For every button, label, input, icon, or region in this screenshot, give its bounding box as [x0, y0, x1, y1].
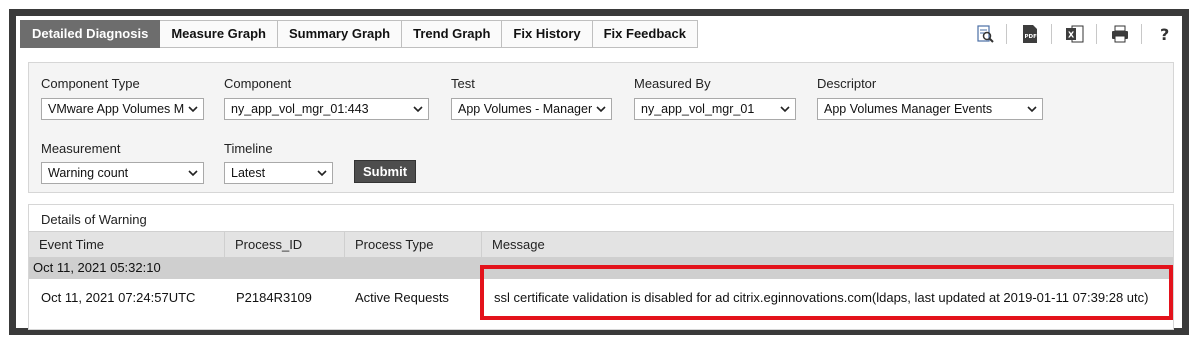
print-icon[interactable]	[1109, 23, 1131, 45]
cell-process-id: P2184R3109	[236, 290, 312, 305]
excel-icon[interactable]: X	[1064, 23, 1086, 45]
component-type-label: Component Type	[41, 76, 140, 91]
timeline-label: Timeline	[224, 141, 273, 156]
svg-text:PDF: PDF	[1025, 34, 1038, 40]
tab-measure-graph[interactable]: Measure Graph	[160, 20, 278, 48]
test-label: Test	[451, 76, 475, 91]
svg-text:?: ?	[1160, 25, 1169, 44]
column-header-process-type[interactable]: Process Type	[345, 232, 482, 258]
chevron-down-icon	[1027, 106, 1037, 113]
chevron-down-icon	[188, 106, 198, 113]
column-header-message[interactable]: Message	[482, 232, 1173, 258]
tab-fix-history[interactable]: Fix History	[502, 20, 593, 48]
filter-panel: Component Type VMware App Volumes M Comp…	[28, 62, 1174, 193]
tab-bar: Detailed Diagnosis Measure Graph Summary…	[20, 20, 698, 50]
content-area: Detailed Diagnosis Measure Graph Summary…	[16, 16, 1182, 330]
chevron-down-icon	[413, 106, 423, 113]
table-header: Event Time Process_ID Process Type Messa…	[29, 231, 1173, 258]
svg-text:X: X	[1068, 31, 1075, 40]
pdf-icon[interactable]: PDF	[1019, 23, 1041, 45]
component-value: ny_app_vol_mgr_01:443	[231, 102, 369, 116]
submit-button[interactable]: Submit	[354, 160, 416, 183]
measured-by-label: Measured By	[634, 76, 711, 91]
measurement-value: Warning count	[48, 166, 129, 180]
descriptor-select[interactable]: App Volumes Manager Events	[817, 98, 1043, 120]
toolbar-separator	[1141, 24, 1142, 44]
details-table: Details of Warning Event Time Process_ID…	[28, 204, 1174, 330]
column-header-process-id[interactable]: Process_ID	[225, 232, 345, 258]
timeline-value: Latest	[231, 166, 266, 180]
tab-summary-graph[interactable]: Summary Graph	[277, 20, 403, 48]
tab-fix-feedback[interactable]: Fix Feedback	[592, 20, 698, 48]
test-value: App Volumes - Manager	[458, 102, 593, 116]
measurement-select[interactable]: Warning count	[41, 162, 204, 184]
chevron-down-icon	[317, 170, 327, 177]
chevron-down-icon	[780, 106, 790, 113]
details-title: Details of Warning	[41, 212, 147, 227]
component-label: Component	[224, 76, 292, 91]
toolbar-separator	[1051, 24, 1052, 44]
group-label: Oct 11, 2021 05:32:10	[33, 260, 161, 275]
component-type-select[interactable]: VMware App Volumes M	[41, 98, 204, 120]
help-icon[interactable]: ?	[1154, 23, 1176, 45]
component-type-value: VMware App Volumes M	[48, 102, 185, 116]
component-select[interactable]: ny_app_vol_mgr_01:443	[224, 98, 429, 120]
measured-by-value: ny_app_vol_mgr_01	[641, 102, 755, 116]
measured-by-select[interactable]: ny_app_vol_mgr_01	[634, 98, 796, 120]
cell-event-time: Oct 11, 2021 07:24:57UTC	[41, 290, 196, 305]
window-frame: Detailed Diagnosis Measure Graph Summary…	[9, 9, 1189, 335]
toolbar-separator	[1006, 24, 1007, 44]
toolbar-separator	[1096, 24, 1097, 44]
measurement-label: Measurement	[41, 141, 121, 156]
tab-trend-graph[interactable]: Trend Graph	[402, 20, 503, 48]
chevron-down-icon	[188, 170, 198, 177]
highlight-box	[480, 265, 1173, 320]
descriptor-label: Descriptor	[817, 76, 877, 91]
tab-detailed-diagnosis[interactable]: Detailed Diagnosis	[20, 20, 161, 48]
cell-process-type: Active Requests	[355, 290, 449, 305]
chevron-down-icon	[596, 106, 606, 113]
test-select[interactable]: App Volumes - Manager	[451, 98, 612, 120]
toolbar-icons: PDF X ?	[962, 22, 1176, 46]
search-document-icon[interactable]	[974, 23, 996, 45]
timeline-select[interactable]: Latest	[224, 162, 333, 184]
descriptor-value: App Volumes Manager Events	[824, 102, 993, 116]
column-header-event-time[interactable]: Event Time	[29, 232, 225, 258]
